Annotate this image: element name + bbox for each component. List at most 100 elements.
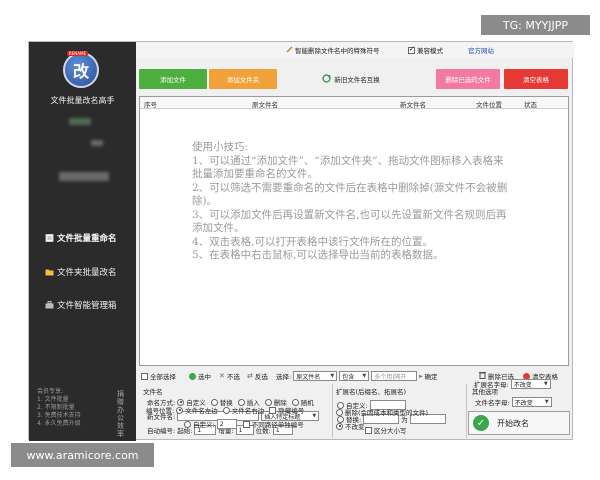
number-position-row: 编号位置: 文件名左边 文件名右边 隐藏编号 bbox=[146, 405, 304, 415]
col-location[interactable]: 文件位置 bbox=[476, 99, 502, 109]
select-all-label: 全部选择 bbox=[150, 373, 176, 381]
custom-position-row: 自定义: 2 不同路径单独编号 bbox=[184, 419, 304, 429]
pos-right-radio[interactable] bbox=[222, 406, 230, 414]
table-header: 序号 原文件名 新文件名 文件位置 状态 bbox=[140, 97, 568, 109]
name-case-row: 文件名字母: 不改变 ▼ bbox=[475, 397, 552, 407]
note-line: 2. 不限制批量 bbox=[37, 404, 75, 411]
toolbox-icon bbox=[45, 301, 54, 309]
name-case-select[interactable]: 不改变 ▼ bbox=[511, 397, 552, 407]
col-original-name[interactable]: 原文件名 bbox=[252, 99, 278, 109]
chevron-down-icon: ▼ bbox=[312, 413, 317, 419]
filter-icon: ▸ bbox=[419, 372, 423, 380]
pos-right-label: 文件名右边 bbox=[231, 407, 265, 415]
note-line: 3. 免费技术支持 bbox=[37, 412, 81, 419]
separate-number-checkbox[interactable] bbox=[242, 420, 250, 428]
filter-choose: 选择: 原文件名 ▼ 包含 ▼ 多个用|隔开 ▸ 确定 bbox=[276, 371, 437, 381]
pos-custom-input[interactable]: 2 bbox=[216, 419, 237, 429]
name-case-label: 文件名字母: bbox=[475, 399, 510, 407]
logo-glyph: 改 bbox=[72, 62, 89, 81]
field-value: 原文件名 bbox=[296, 373, 321, 381]
tips-title: 使用小技巧: bbox=[192, 141, 249, 153]
vertical-promo[interactable]: 捐赠办公效率 bbox=[117, 390, 127, 438]
logo-badge: RENAME bbox=[67, 51, 89, 56]
ext-delete-radio[interactable] bbox=[336, 408, 343, 416]
case-sensitive-label: 区分大小写 bbox=[374, 427, 407, 435]
ext-panel-title: 扩展名(后缀名、拓展名) bbox=[336, 388, 407, 396]
blurred-text bbox=[91, 140, 103, 146]
tip-item: 1、可以通过“添加文件”、“添加文件夹”、拖动文件图标移入表格来批量添加要重命名… bbox=[192, 154, 504, 181]
check-circle-icon bbox=[189, 372, 196, 380]
auto-number-label: 自动编号: bbox=[147, 427, 176, 435]
ext-unchanged-radio[interactable] bbox=[336, 422, 343, 430]
sidebar-item-label: 文件智能管理箱 bbox=[57, 301, 117, 311]
blurred-text bbox=[69, 118, 91, 125]
clear-table-button[interactable]: 清空表格 bbox=[504, 69, 568, 89]
col-new-name[interactable]: 新文件名 bbox=[400, 99, 426, 109]
select-option[interactable]: 选中 bbox=[189, 371, 211, 381]
tip-item: 4、双击表格,可以打开表格中该行文件所在的位置。 bbox=[192, 235, 434, 248]
panel-divider bbox=[466, 384, 467, 438]
website-link[interactable]: 官方网站 bbox=[468, 45, 494, 55]
start-rename-label: 开始改名 bbox=[497, 418, 529, 428]
deselect-option[interactable]: ✕ 不选 bbox=[219, 371, 240, 381]
start-rename-button[interactable]: ✓ 开始改名 bbox=[468, 411, 570, 435]
note-line: 4. 永久免费升级 bbox=[37, 420, 81, 427]
tg-watermark: TG: MYYJJPP bbox=[481, 15, 590, 35]
site-watermark: www.aramicore.com bbox=[11, 443, 154, 467]
chevron-down-icon: ▼ bbox=[544, 399, 549, 405]
col-status[interactable]: 状态 bbox=[524, 99, 537, 109]
swap-names-button[interactable]: 新旧文件名互换 bbox=[311, 69, 391, 89]
hide-number-label: 隐藏编号 bbox=[278, 407, 305, 415]
confirm-button[interactable]: 确定 bbox=[424, 371, 437, 381]
select-label: 选中 bbox=[198, 373, 211, 381]
sidebar-item-label: 文件批量重命名 bbox=[57, 234, 117, 244]
swap-names-label: 新旧文件名互换 bbox=[334, 76, 380, 84]
add-folder-button[interactable]: 添加文件夹 bbox=[209, 69, 277, 89]
select-all-checkbox[interactable] bbox=[141, 372, 148, 380]
member-notes: 会员专享: 1. 文件批量 2. 不限制批量 3. 免费技术支持 4. 永久免费… bbox=[37, 388, 81, 428]
col-index[interactable]: 序号 bbox=[144, 99, 157, 109]
filter-keyword-input[interactable]: 多个用|隔开 bbox=[371, 371, 418, 381]
add-file-button[interactable]: 添加文件 bbox=[139, 69, 207, 89]
filter-op-select[interactable]: 包含 ▼ bbox=[339, 371, 370, 381]
ext-case-select[interactable]: 不改变 ▼ bbox=[510, 379, 551, 389]
invert-label: 反选 bbox=[254, 373, 268, 381]
number-position-label: 编号位置: bbox=[146, 407, 175, 415]
brush-icon bbox=[286, 45, 293, 55]
invert-option[interactable]: ⇄ 反选 bbox=[247, 371, 268, 381]
pos-left-label: 文件名左边 bbox=[185, 407, 218, 415]
sidebar: RENAME 改 文件批量改名高手 文件批量重命名 文件夹批量改名 文件智能管理… bbox=[29, 42, 136, 441]
select-all-option[interactable]: 全部选择 bbox=[141, 371, 176, 381]
filename-panel-title: 文件名 bbox=[143, 388, 163, 396]
note-line: 1. 文件批量 bbox=[37, 396, 69, 403]
ext-case-row: 扩展名字母: 不改变 ▼ bbox=[474, 379, 551, 389]
swap-icon bbox=[322, 73, 331, 85]
ext-case-value: 不改变 bbox=[513, 381, 532, 389]
sidebar-item-folder-rename[interactable]: 文件夹批量改名 bbox=[45, 266, 117, 278]
usage-tips: 使用小技巧: 1、可以通过“添加文件”、“添加文件夹”、拖动文件图标移入表格来批… bbox=[192, 141, 512, 263]
folder-icon bbox=[45, 268, 54, 276]
case-sensitive-option[interactable]: 区分大小写 bbox=[365, 425, 407, 435]
filter-field-select[interactable]: 原文件名 ▼ bbox=[293, 371, 338, 381]
invert-icon: ⇄ bbox=[247, 372, 253, 380]
tip-item: 5、在表格中右击鼠标,可以选择导出当前的表格数据。 bbox=[192, 249, 444, 261]
sidebar-item-label: 文件夹批量改名 bbox=[57, 268, 117, 278]
tip-item: 2、可以筛选不需要重命名的文件后在表格中删除掉(源文件不会被删除)。 bbox=[192, 181, 508, 208]
chevron-down-icon: ▼ bbox=[543, 381, 548, 387]
tip-item: 3、可以添加文件后再设置新文件名,也可以先设置新文件名规则后再添加文件。 bbox=[192, 208, 507, 235]
pos-left-radio[interactable] bbox=[176, 406, 184, 414]
blurred-text bbox=[59, 172, 109, 181]
hide-number-checkbox[interactable] bbox=[269, 406, 277, 414]
file-table[interactable]: 序号 原文件名 新文件名 文件位置 状态 使用小技巧: 1、可以通过“添加文件”… bbox=[139, 96, 569, 366]
smart-remove-option[interactable]: 智能删除文件名中的特殊符号 bbox=[286, 45, 380, 55]
sidebar-item-batch-rename[interactable]: 文件批量重命名 bbox=[45, 232, 117, 244]
op-value: 包含 bbox=[342, 373, 355, 381]
separate-number-label: 不同路径单独编号 bbox=[251, 421, 304, 429]
compat-mode-toggle[interactable]: 兼容模式 bbox=[408, 45, 443, 55]
delete-selected-button[interactable]: 删除已选的文件 bbox=[436, 69, 500, 89]
pos-custom-radio[interactable] bbox=[184, 420, 191, 428]
case-sensitive-checkbox[interactable] bbox=[365, 426, 372, 434]
compat-mode-checkbox[interactable] bbox=[408, 45, 415, 54]
sidebar-item-smart-manager[interactable]: 文件智能管理箱 bbox=[45, 299, 117, 311]
document-icon bbox=[45, 234, 54, 242]
